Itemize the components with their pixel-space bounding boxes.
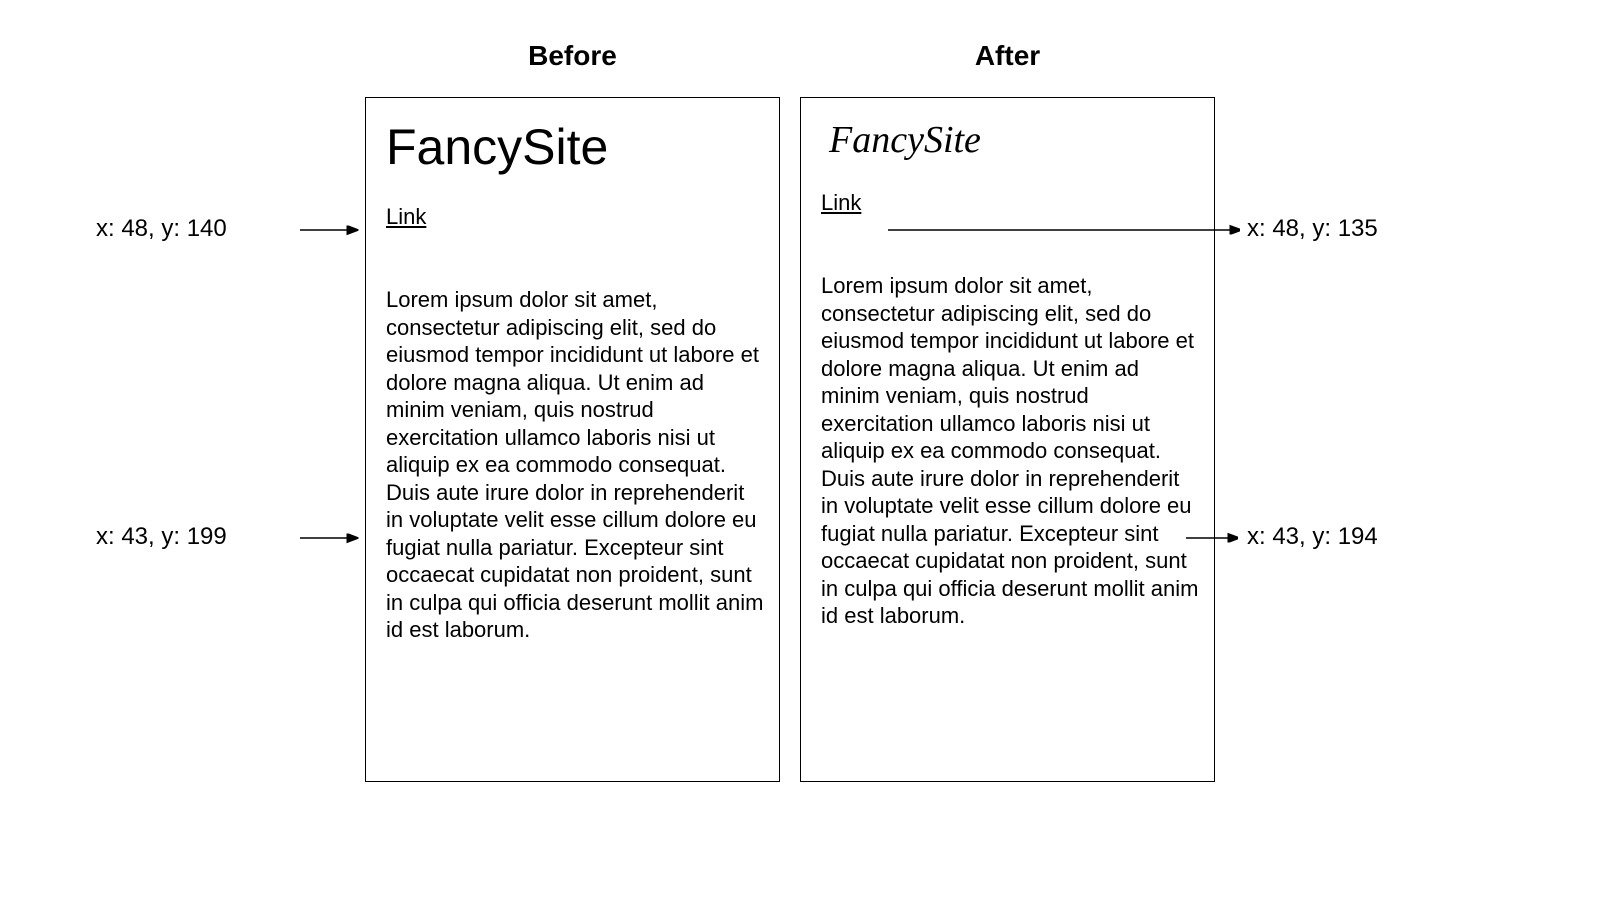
body-text-before: Lorem ipsum dolor sit amet, consectetur … (386, 286, 765, 644)
coord-label-after-body: x: 43, y: 194 (1247, 523, 1378, 551)
arrow-after-link (880, 220, 1240, 240)
site-title-before: FancySite (386, 118, 765, 176)
arrow-before-body (300, 528, 365, 548)
link-before[interactable]: Link (386, 204, 426, 230)
coord-label-after-link: x: 48, y: 135 (1247, 215, 1378, 243)
coord-label-before-link: x: 48, y: 140 (96, 215, 227, 243)
arrow-before-link (300, 220, 365, 240)
after-device-frame: FancySite Link Lorem ipsum dolor sit ame… (800, 97, 1215, 782)
after-heading: After (800, 40, 1215, 72)
link-after[interactable]: Link (821, 190, 861, 216)
site-title-after: FancySite (821, 118, 1200, 162)
arrow-after-body (1178, 528, 1238, 548)
body-text-after: Lorem ipsum dolor sit amet, consectetur … (821, 272, 1200, 630)
before-heading: Before (365, 40, 780, 72)
before-device-frame: FancySite Link Lorem ipsum dolor sit ame… (365, 97, 780, 782)
coord-label-before-body: x: 43, y: 199 (96, 523, 227, 551)
